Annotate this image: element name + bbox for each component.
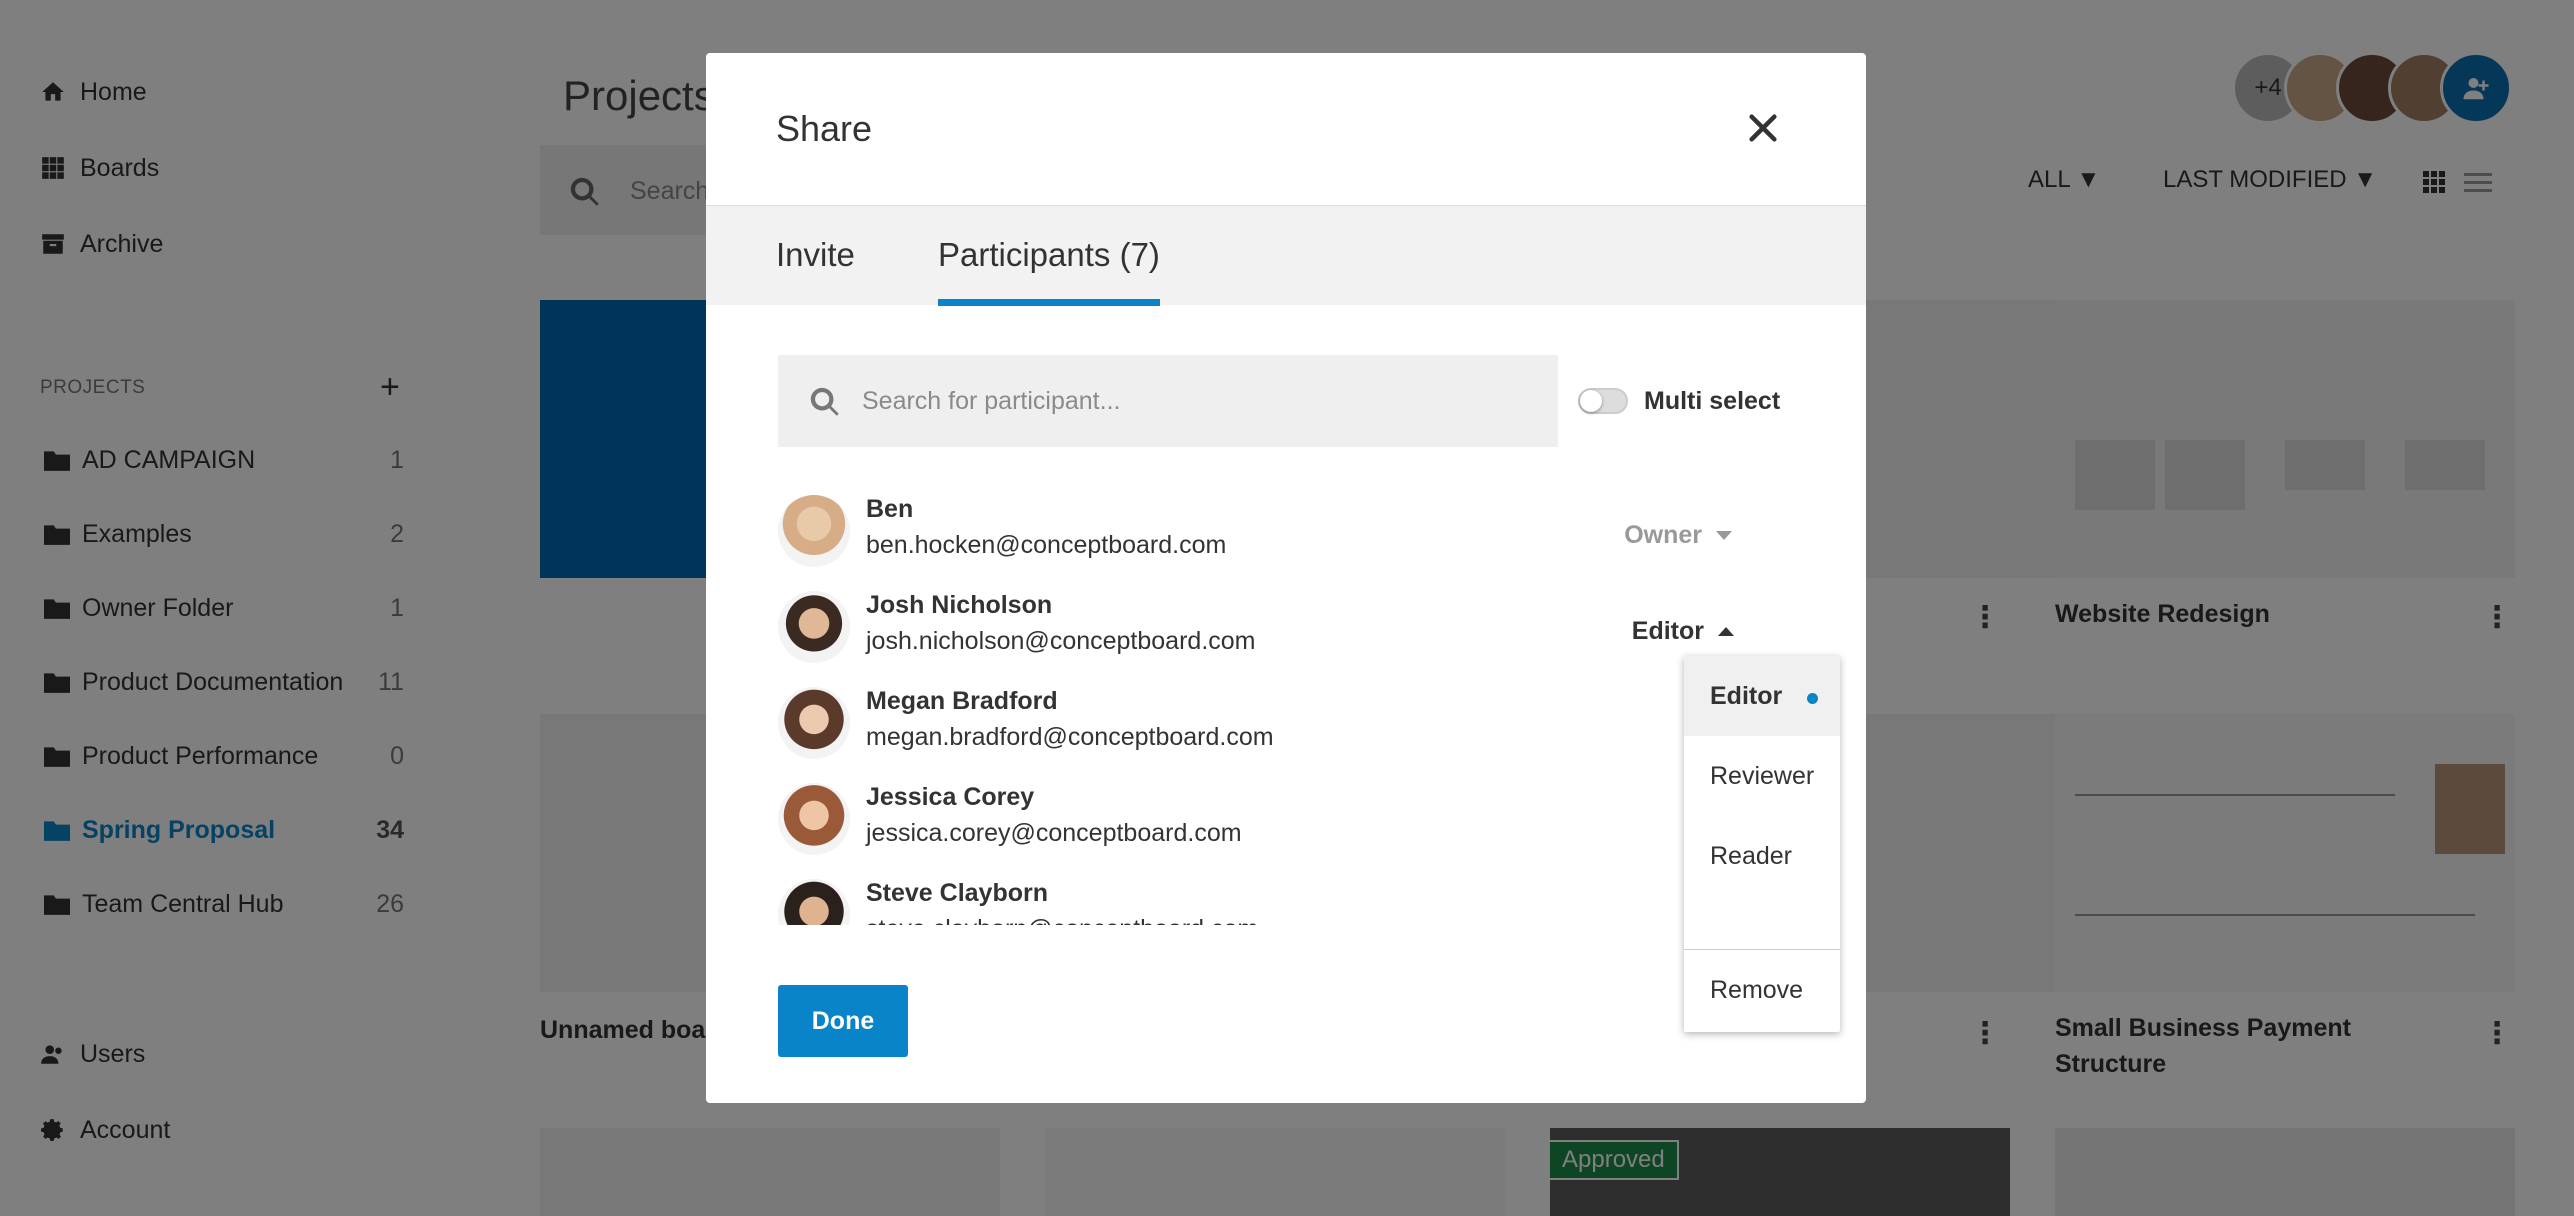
search-icon: [810, 387, 839, 416]
tab-invite[interactable]: Invite: [776, 236, 855, 306]
tab-participants[interactable]: Participants (7): [938, 236, 1160, 306]
chevron-up-icon: [1718, 627, 1734, 636]
avatar: [778, 783, 850, 855]
role-dropdown-owner[interactable]: Owner: [1624, 521, 1732, 550]
participant-row: Josh Nicholson josh.nicholson@conceptboa…: [778, 587, 1798, 667]
role-option-remove[interactable]: Remove: [1684, 950, 1840, 1030]
modal-title: Share: [776, 108, 873, 149]
done-button[interactable]: Done: [778, 985, 908, 1057]
participant-search-input[interactable]: [862, 377, 1522, 425]
modal-tabs: Invite Participants (7): [706, 205, 1866, 306]
role-option-reviewer[interactable]: Reviewer: [1684, 736, 1840, 816]
close-icon[interactable]: [1746, 111, 1780, 145]
participant-row: Ben ben.hocken@conceptboard.com Owner: [778, 491, 1798, 571]
chevron-down-icon: [1716, 531, 1732, 540]
participant-row: Steve Clayborn steve.clayborn@conceptboa…: [778, 875, 1798, 925]
share-modal: Share Invite Participants (7) Multi sele…: [706, 53, 1866, 1103]
multi-select-label: Multi select: [1644, 387, 1781, 415]
participant-search: [778, 355, 1558, 447]
avatar: [778, 495, 850, 567]
participant-row: Jessica Corey jessica.corey@conceptboard…: [778, 779, 1798, 859]
role-menu: Editor Reviewer Reader Remove: [1684, 656, 1840, 1032]
participant-row: Megan Bradford megan.bradford@conceptboa…: [778, 683, 1798, 763]
multi-select-toggle[interactable]: [1578, 388, 1628, 414]
avatar: [778, 591, 850, 663]
role-dropdown-editor[interactable]: Editor: [1632, 617, 1734, 646]
avatar: [778, 687, 850, 759]
avatar: [778, 879, 850, 925]
role-option-editor[interactable]: Editor: [1684, 656, 1840, 736]
role-option-reader[interactable]: Reader: [1684, 816, 1840, 896]
participant-list[interactable]: Ben ben.hocken@conceptboard.com Owner Jo…: [778, 491, 1798, 925]
